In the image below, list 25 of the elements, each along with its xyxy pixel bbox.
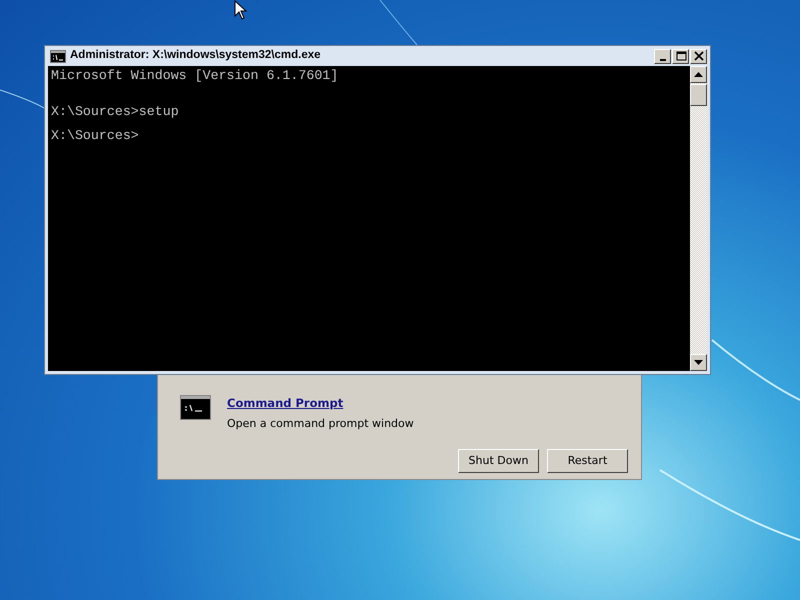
maximize-button[interactable] <box>672 48 689 64</box>
maximize-icon <box>674 50 688 62</box>
window-title: Administrator: X:\windows\system32\cmd.exe <box>70 48 321 64</box>
wallpaper-swoosh <box>380 0 418 46</box>
console-icon <box>180 395 211 420</box>
minimize-button[interactable] <box>654 48 671 64</box>
minimize-icon <box>660 58 666 60</box>
mouse-pointer-icon <box>234 0 247 20</box>
down-arrow-icon <box>694 360 703 365</box>
dialog-button[interactable]: Restart <box>547 448 628 473</box>
close-button[interactable] <box>690 48 707 64</box>
console-line: Microsoft Windows [Version 6.1.7601] <box>51 70 340 82</box>
scroll-down-button[interactable] <box>690 354 707 371</box>
console-line: X:\Sources> <box>51 130 140 142</box>
up-arrow-icon <box>694 72 703 77</box>
scroll-up-button[interactable] <box>690 66 707 83</box>
tool-description: Open a command prompt window <box>227 416 414 432</box>
scroll-thumb[interactable] <box>690 84 707 106</box>
console-line: X:\Sources>setup <box>51 106 180 118</box>
dialog-button[interactable]: Shut Down <box>458 448 539 473</box>
close-icon <box>692 50 706 62</box>
console-icon <box>50 50 66 62</box>
wallpaper-swoosh <box>0 90 44 108</box>
command-prompt-link[interactable]: Command Prompt <box>227 395 414 412</box>
scrollbar[interactable] <box>690 66 707 371</box>
